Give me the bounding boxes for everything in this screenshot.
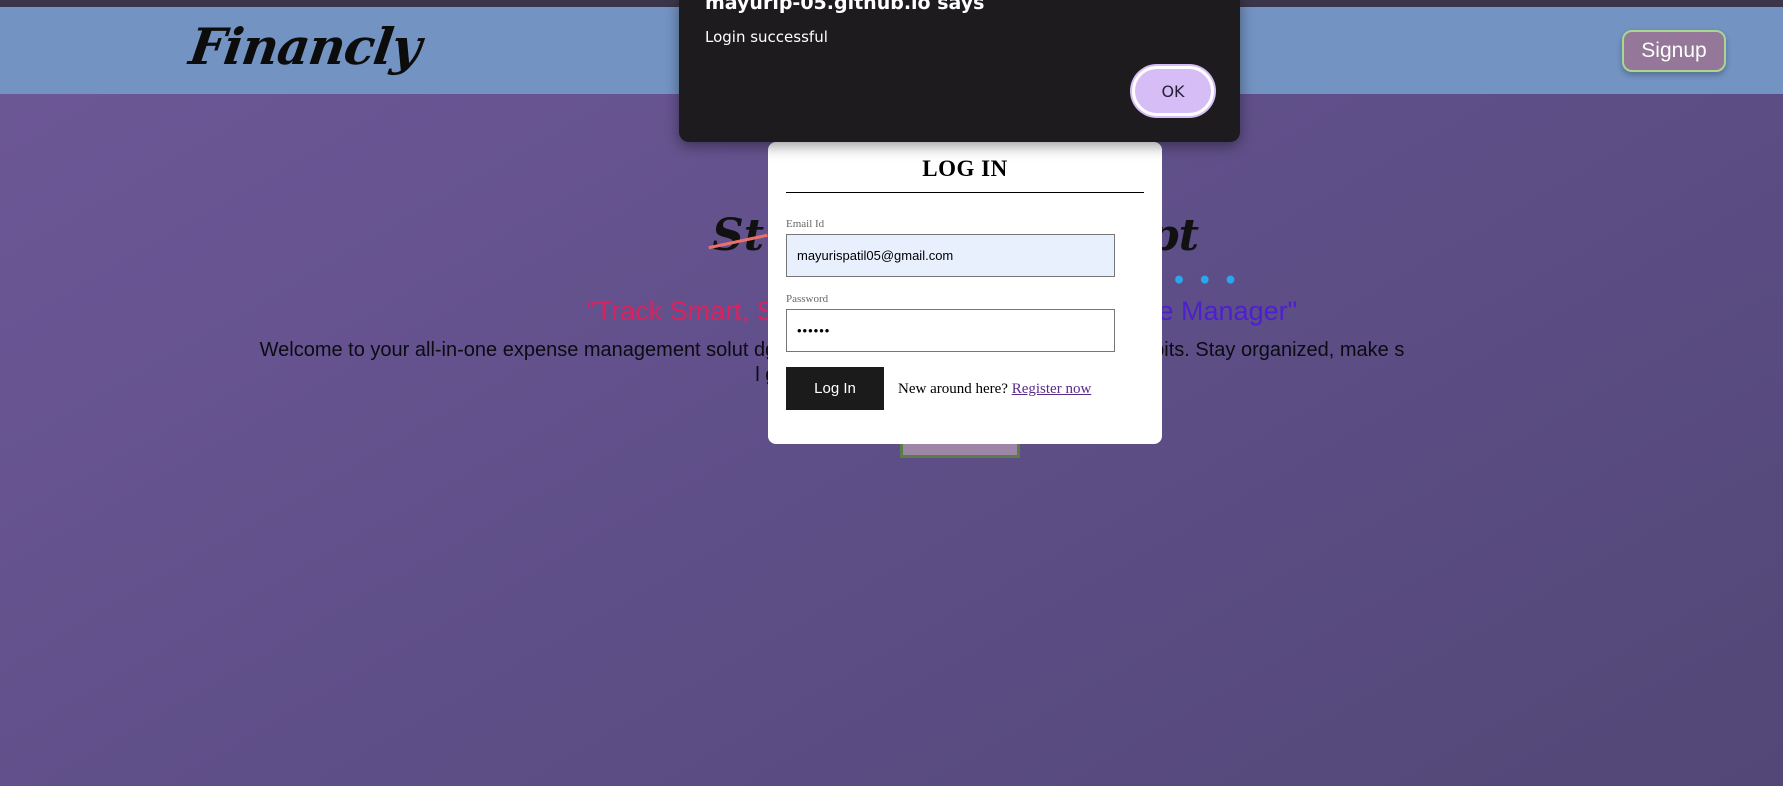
login-button[interactable]: Log In [786,367,884,410]
email-field[interactable]: mayurispatil05@gmail.com [786,234,1115,277]
ok-button[interactable]: OK [1132,66,1214,116]
title-divider [786,192,1144,193]
password-field[interactable]: •••••• [786,309,1115,352]
register-prompt-text: New around here? [898,381,1008,397]
register-prompt: New around here? Register now [898,381,1091,398]
email-label: Email Id [786,218,825,230]
signup-button[interactable]: Signup [1622,30,1726,72]
login-modal: LOG IN Email Id mayurispatil05@gmail.com… [768,142,1162,444]
password-label: Password [786,293,829,305]
alert-message: Login successful [705,28,828,46]
tagline-left: "Track Smart, S [586,296,775,326]
register-link[interactable]: Register now [1012,381,1092,397]
alert-dialog: mayurip-05.github.io says Login successf… [679,0,1240,142]
login-title: LOG IN [922,156,1008,181]
dots-underline: • • • [1172,268,1240,294]
logo[interactable]: Financly [186,17,424,76]
alert-title: mayurip-05.github.io says [705,0,985,14]
